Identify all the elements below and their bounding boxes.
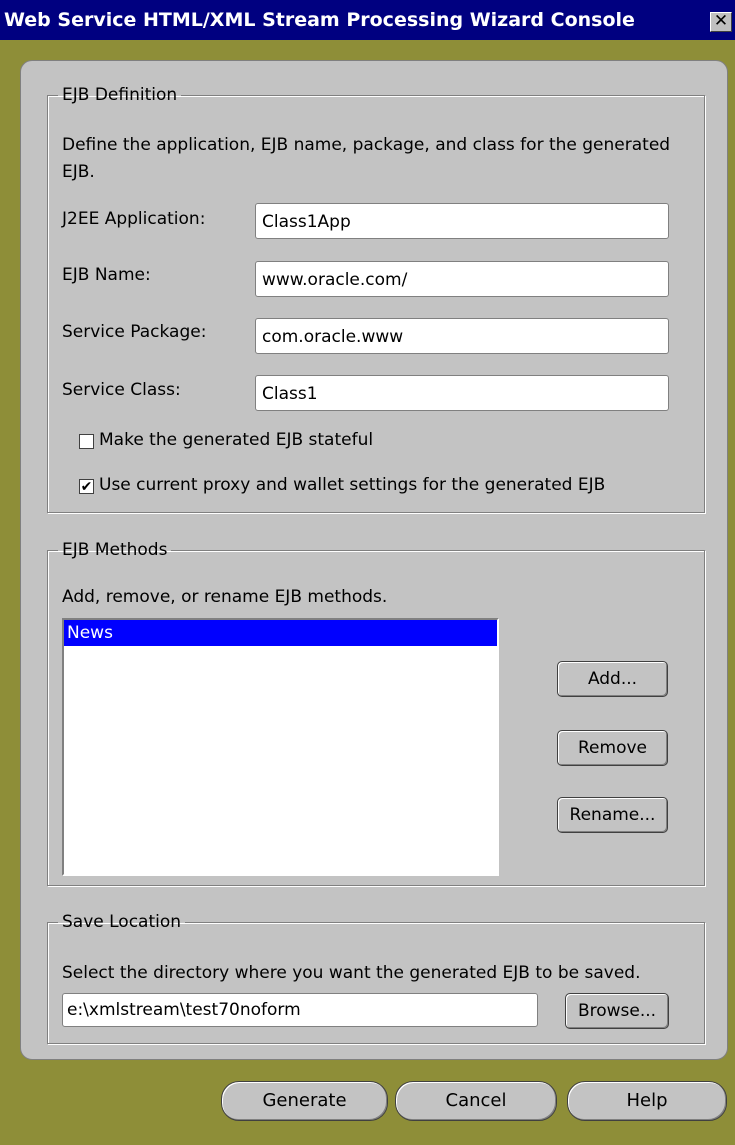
remove-button[interactable]: Remove <box>557 730 668 766</box>
ejb-methods-description: Add, remove, or rename EJB methods. <box>62 587 388 607</box>
service-package-field[interactable]: com.oracle.www <box>255 318 669 354</box>
save-location-legend: Save Location <box>62 912 182 932</box>
service-package-label: Service Package: <box>62 322 207 342</box>
ejb-name-label: EJB Name: <box>62 265 151 285</box>
ejb-methods-legend: EJB Methods <box>62 540 168 560</box>
stateful-label: Make the generated EJB stateful <box>99 430 374 450</box>
close-icon[interactable]: ✕ <box>710 12 732 32</box>
ejb-definition-legend: EJB Definition <box>62 85 178 105</box>
service-class-label: Service Class: <box>62 380 181 400</box>
j2ee-application-label: J2EE Application: <box>62 209 206 229</box>
checkmark-icon: ✔ <box>80 479 93 495</box>
j2ee-application-field[interactable]: Class1App <box>255 203 669 239</box>
help-button[interactable]: Help <box>567 1081 727 1121</box>
save-path-field[interactable]: e:\xmlstream\test70noform <box>62 993 538 1027</box>
service-class-field[interactable]: Class1 <box>255 375 669 411</box>
stateful-checkbox[interactable] <box>79 434 94 449</box>
proxy-label: Use current proxy and wallet settings fo… <box>99 475 606 495</box>
ejb-name-field[interactable]: www.oracle.com/ <box>255 261 669 297</box>
add-button[interactable]: Add... <box>557 661 668 697</box>
rename-button[interactable]: Rename... <box>557 797 668 833</box>
save-location-description: Select the directory where you want the … <box>62 963 641 983</box>
cancel-button[interactable]: Cancel <box>395 1081 557 1121</box>
generate-button[interactable]: Generate <box>221 1081 388 1121</box>
browse-button[interactable]: Browse... <box>565 993 669 1029</box>
list-item[interactable]: News <box>64 620 497 646</box>
title-bar: Web Service HTML/XML Stream Processing W… <box>0 0 735 40</box>
methods-list[interactable]: News <box>62 618 499 876</box>
window-title: Web Service HTML/XML Stream Processing W… <box>4 9 635 31</box>
ejb-definition-description: Define the application, EJB name, packag… <box>62 135 671 182</box>
proxy-checkbox[interactable]: ✔ <box>79 479 94 494</box>
